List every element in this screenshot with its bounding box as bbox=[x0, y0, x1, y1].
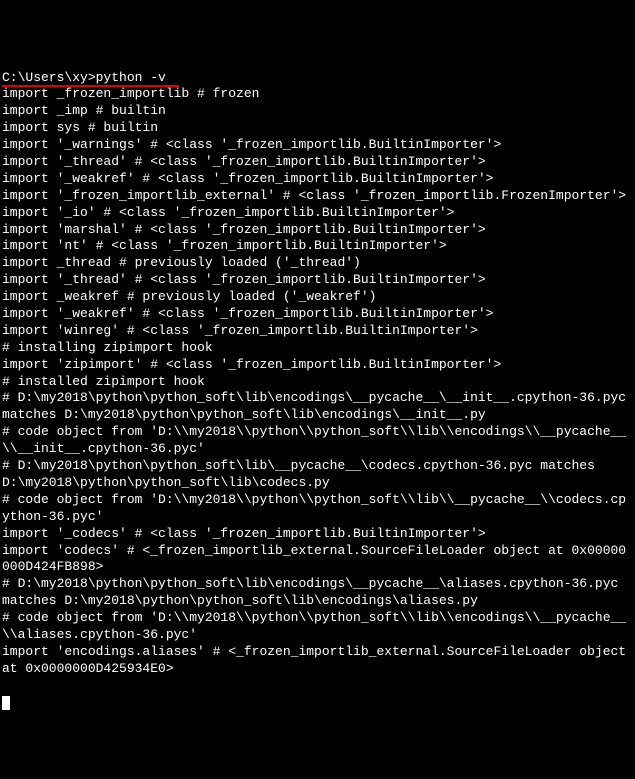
output-line: import 'codecs' # <_frozen_importlib_ext… bbox=[2, 543, 633, 577]
output-line: import '_thread' # <class '_frozen_impor… bbox=[2, 272, 633, 289]
output-line: import '_codecs' # <class '_frozen_impor… bbox=[2, 526, 633, 543]
output-line: import _imp # builtin bbox=[2, 103, 633, 120]
prompt-path: C:\Users\xy> bbox=[2, 70, 96, 85]
output-line: import '_weakref' # <class '_frozen_impo… bbox=[2, 306, 633, 323]
output-line: import '_weakref' # <class '_frozen_impo… bbox=[2, 171, 633, 188]
terminal-output: import _frozen_importlib # frozenimport … bbox=[2, 86, 633, 677]
output-line: import '_warnings' # <class '_frozen_imp… bbox=[2, 137, 633, 154]
command-prompt-line[interactable]: C:\Users\xy>python -v bbox=[2, 70, 166, 87]
output-line: # D:\my2018\python\python_soft\lib\__pyc… bbox=[2, 458, 633, 492]
output-line: # code object from 'D:\\my2018\\python\\… bbox=[2, 610, 633, 644]
output-line: # D:\my2018\python\python_soft\lib\encod… bbox=[2, 390, 633, 424]
output-line: import 'winreg' # <class '_frozen_import… bbox=[2, 323, 633, 340]
output-line: import _thread # previously loaded ('_th… bbox=[2, 255, 633, 272]
terminal-cursor bbox=[2, 696, 10, 710]
output-line: import 'marshal' # <class '_frozen_impor… bbox=[2, 222, 633, 239]
output-line: # D:\my2018\python\python_soft\lib\encod… bbox=[2, 576, 633, 610]
output-line: import 'nt' # <class '_frozen_importlib.… bbox=[2, 238, 633, 255]
output-line: import _weakref # previously loaded ('_w… bbox=[2, 289, 633, 306]
output-line: import _frozen_importlib # frozen bbox=[2, 86, 633, 103]
output-line: import '_frozen_importlib_external' # <c… bbox=[2, 188, 633, 205]
output-line: # code object from 'D:\\my2018\\python\\… bbox=[2, 424, 633, 458]
output-line: import 'encodings.aliases' # <_frozen_im… bbox=[2, 644, 633, 678]
output-line: import '_io' # <class '_frozen_importlib… bbox=[2, 205, 633, 222]
output-line: # code object from 'D:\\my2018\\python\\… bbox=[2, 492, 633, 526]
output-line: import sys # builtin bbox=[2, 120, 633, 137]
output-line: # installed zipimport hook bbox=[2, 374, 633, 391]
command-text: python -v bbox=[96, 70, 166, 85]
red-underline-annotation bbox=[2, 85, 179, 87]
output-line: import '_thread' # <class '_frozen_impor… bbox=[2, 154, 633, 171]
output-line: # installing zipimport hook bbox=[2, 340, 633, 357]
output-line: import 'zipimport' # <class '_frozen_imp… bbox=[2, 357, 633, 374]
